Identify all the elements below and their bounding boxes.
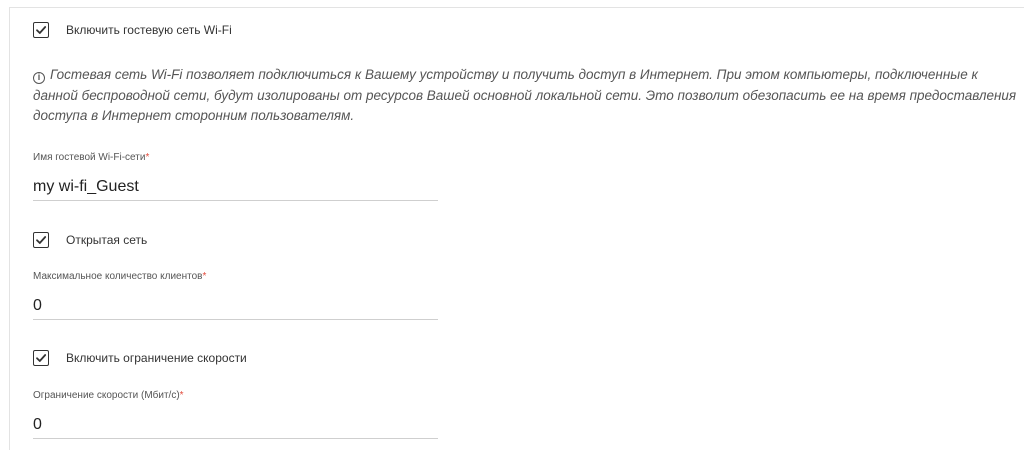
speed-limit-label: Включить ограничение скорости bbox=[66, 351, 247, 365]
open-network-checkbox-row[interactable]: Открытая сеть bbox=[33, 231, 147, 249]
max-clients-field: Максимальное количество клиентов* bbox=[33, 270, 438, 320]
max-clients-label: Максимальное количество клиентов* bbox=[33, 270, 438, 283]
speed-limit-value-label: Ограничение скорости (Мбит/с)* bbox=[33, 389, 438, 402]
checkmark-icon bbox=[36, 26, 47, 34]
ssid-label-text: Имя гостевой Wi-Fi-сети bbox=[33, 152, 146, 163]
guest-wifi-info-text: Гостевая сеть Wi-Fi позволяет подключить… bbox=[33, 67, 1017, 123]
checkmark-icon bbox=[36, 354, 47, 362]
max-clients-input[interactable] bbox=[33, 292, 438, 320]
ssid-field: Имя гостевой Wi-Fi-сети* bbox=[33, 151, 438, 201]
speed-limit-checkbox-row[interactable]: Включить ограничение скорости bbox=[33, 349, 247, 367]
max-clients-label-text: Максимальное количество клиентов bbox=[33, 271, 203, 282]
required-mark: * bbox=[202, 271, 207, 282]
speed-limit-input[interactable] bbox=[33, 411, 438, 439]
open-network-label: Открытая сеть bbox=[66, 233, 148, 247]
required-mark: * bbox=[145, 152, 150, 163]
speed-limit-checkbox[interactable] bbox=[33, 350, 49, 366]
speed-limit-label-text: Ограничение скорости (Мбит/с) bbox=[33, 390, 180, 401]
enable-guest-wifi-checkbox[interactable] bbox=[33, 22, 49, 38]
guest-wifi-info: i Гостевая сеть Wi-Fi позволяет подключит… bbox=[33, 65, 1018, 127]
checkmark-icon bbox=[36, 236, 47, 244]
ssid-input[interactable] bbox=[33, 173, 438, 201]
speed-limit-field: Ограничение скорости (Мбит/с)* bbox=[33, 389, 438, 439]
ssid-label: Имя гостевой Wi-Fi-сети* bbox=[33, 151, 438, 164]
open-network-checkbox[interactable] bbox=[33, 232, 49, 248]
required-mark: * bbox=[179, 390, 184, 401]
enable-guest-wifi-label: Включить гостевую сеть Wi-Fi bbox=[66, 23, 232, 37]
info-icon: i bbox=[33, 71, 45, 84]
enable-guest-wifi-checkbox-row[interactable]: Включить гостевую сеть Wi-Fi bbox=[33, 21, 232, 39]
